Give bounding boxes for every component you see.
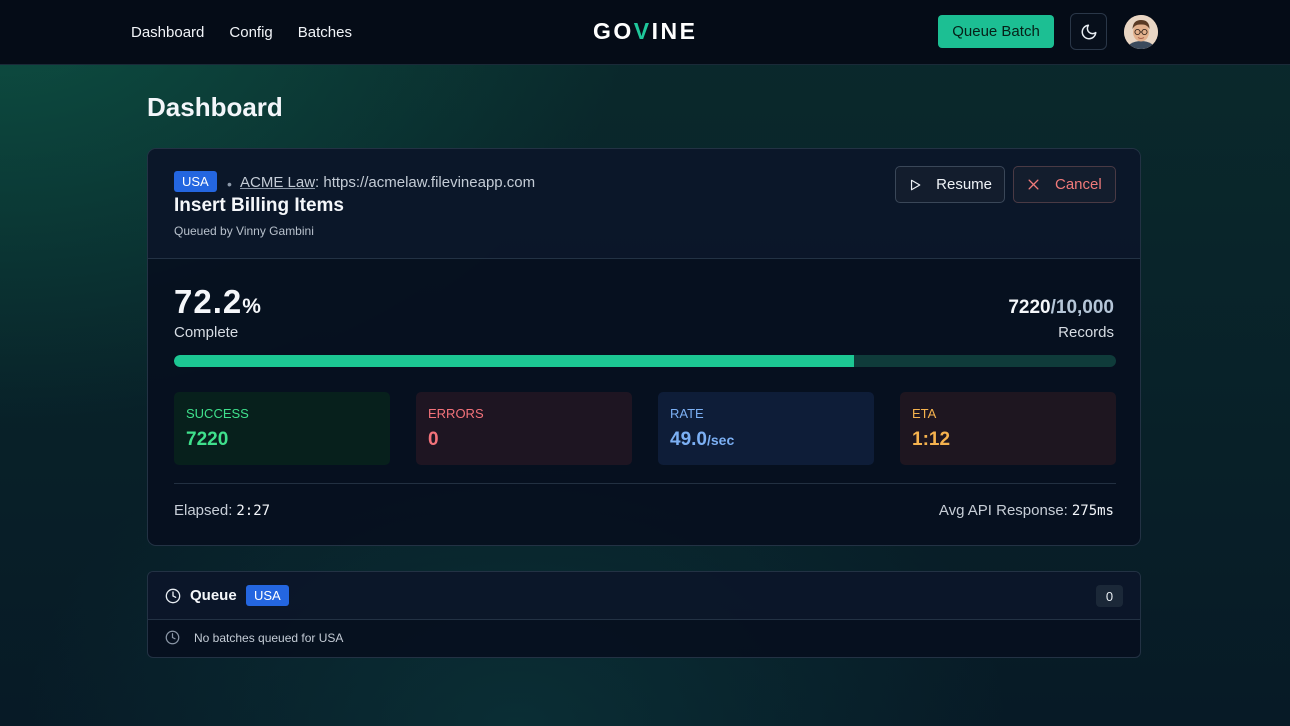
play-icon [910, 179, 921, 190]
theme-toggle-button[interactable] [1070, 13, 1107, 50]
firm-name-link[interactable]: ACME Law [240, 174, 315, 191]
user-avatar[interactable] [1124, 15, 1158, 49]
stat-errors: ERRORS 0 [416, 392, 632, 465]
nav-links: Dashboard Config Batches [131, 0, 352, 64]
stat-eta-label: ETA [912, 406, 937, 421]
avg-api-response: Avg API Response: 275ms [939, 502, 1114, 519]
stat-success: SUCCESS 7220 [174, 392, 390, 465]
logo-part-ine: INE [651, 18, 698, 44]
stat-errors-label: ERRORS [428, 406, 484, 421]
records-count: 7220/10,000 [1008, 297, 1114, 319]
region-badge: USA [174, 171, 217, 192]
queue-title: Queue [190, 587, 237, 604]
records-label: Records [1058, 324, 1114, 341]
percent-value: 72.2 [174, 283, 243, 320]
queue-region-badge: USA [246, 585, 289, 606]
queue-empty-message: No batches queued for USA [194, 631, 344, 645]
page-title: Dashboard [147, 92, 283, 122]
stat-success-label: SUCCESS [186, 406, 249, 421]
clock-icon [165, 588, 181, 604]
elapsed-label: Elapsed: [174, 502, 233, 519]
stat-errors-value: 0 [428, 429, 439, 450]
cancel-label: Cancel [1055, 176, 1102, 193]
batch-title: Insert Billing Items [174, 195, 344, 216]
elapsed-time: Elapsed: 2:27 [174, 502, 270, 519]
avatar-image [1124, 15, 1158, 49]
app-logo[interactable]: GOVINE [593, 18, 697, 45]
top-nav: Dashboard Config Batches GOVINE Queue Ba… [0, 0, 1290, 65]
resume-label: Resume [936, 176, 992, 193]
nav-link-dashboard[interactable]: Dashboard [131, 24, 204, 41]
avg-api-label: Avg API Response: [938, 502, 1068, 519]
stat-rate-label: RATE [670, 406, 704, 421]
separator-dot: • [227, 176, 232, 192]
stat-rate-value: 49.0/sec [670, 429, 734, 451]
queue-panel: Queue USA 0 No batches queued for USA [147, 571, 1141, 658]
moon-icon [1081, 24, 1096, 39]
rate-unit: /sec [706, 432, 735, 448]
clock-icon [165, 630, 180, 645]
cancel-button[interactable]: Cancel [1013, 166, 1116, 203]
percent-symbol: % [242, 295, 261, 318]
queue-header: Queue USA 0 [148, 572, 1140, 620]
firm-url: : https://acmelaw.filevineapp.com [315, 174, 536, 191]
x-icon [1028, 179, 1039, 190]
rate-number: 49.0 [670, 429, 707, 450]
firm-info: ACME Law: https://acmelaw.filevineapp.co… [240, 174, 535, 191]
progress-bar-fill [174, 355, 855, 367]
records-done: 7220 [1008, 297, 1051, 318]
queued-by-text: Queued by Vinny Gambini [174, 224, 314, 238]
stat-rate: RATE 49.0/sec [658, 392, 874, 465]
nav-link-batches[interactable]: Batches [298, 24, 352, 41]
avg-api-value: 275ms [1071, 503, 1114, 519]
elapsed-value: 2:27 [236, 503, 271, 519]
nav-link-config[interactable]: Config [229, 24, 272, 41]
progress-bar [174, 355, 1116, 367]
batch-progress-card: USA • ACME Law: https://acmelaw.filevine… [147, 148, 1141, 546]
stat-success-value: 7220 [186, 429, 229, 450]
card-divider [174, 483, 1116, 484]
queue-batch-button[interactable]: Queue Batch [938, 15, 1054, 48]
logo-part-v: V [633, 18, 652, 44]
stat-eta: ETA 1:12 [900, 392, 1116, 465]
stat-eta-value: 1:12 [912, 429, 951, 450]
logo-part-go: GO [593, 18, 634, 44]
resume-button[interactable]: Resume [895, 166, 1005, 203]
complete-label: Complete [174, 324, 239, 341]
records-total: /10,000 [1050, 297, 1114, 318]
percent-complete: 72.2% [174, 283, 261, 321]
batch-card-header: USA • ACME Law: https://acmelaw.filevine… [148, 149, 1140, 259]
queue-count-badge: 0 [1096, 585, 1123, 607]
